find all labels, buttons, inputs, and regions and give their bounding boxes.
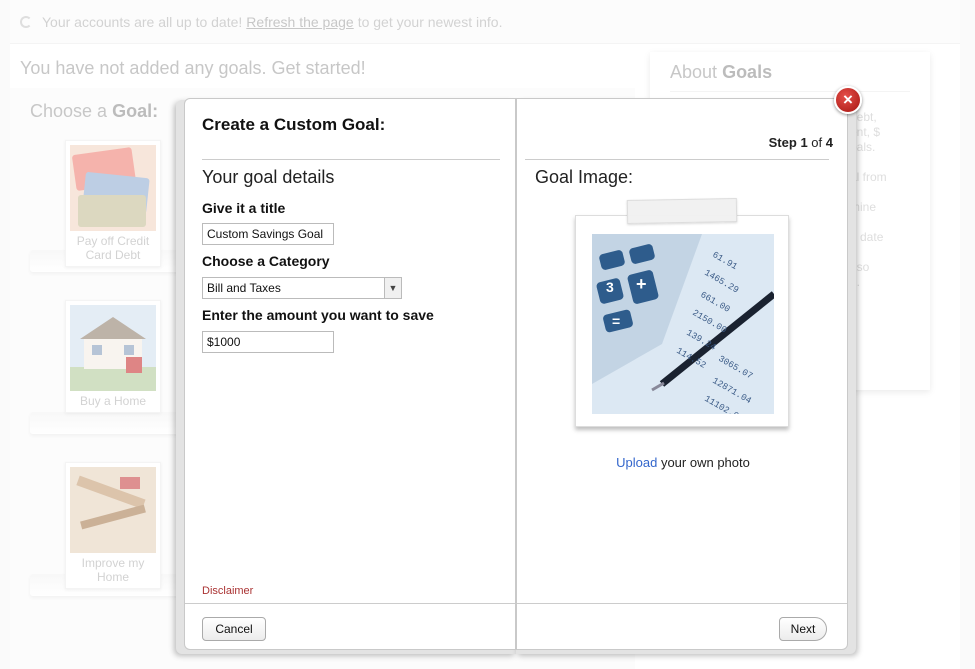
goal-image-frame: 3 + = 61.91 1465.29 661.00 2150.00 139.2… [575,215,789,427]
category-selected-value: Bill and Taxes [207,281,281,295]
calculator-image: 3 + = 61.91 1465.29 661.00 2150.00 139.2… [592,234,774,414]
goal-title-input[interactable] [202,223,334,245]
modal-title: Create a Custom Goal: [202,115,386,134]
amount-input[interactable] [202,331,334,353]
footer-divider [185,603,515,604]
right-page: Step 1 of 4 Goal Image: 3 + = 61.91 1465… [516,98,848,650]
goal-image-heading: Goal Image: [535,167,634,187]
chevron-down-icon[interactable]: ▼ [384,278,401,298]
upload-photo-line: Upload your own photo [616,455,750,470]
divider [525,159,829,160]
footer-divider [517,603,847,604]
svg-text:3: 3 [606,279,614,295]
upload-link[interactable]: Upload [616,455,657,470]
photo-tape [626,198,738,224]
create-goal-modal: Create a Custom Goal: Your goal details … [176,96,856,654]
left-page: Create a Custom Goal: Your goal details … [184,98,516,650]
category-label: Choose a Category [202,253,330,269]
disclaimer-link[interactable]: Disclaimer [202,585,253,597]
svg-text:=: = [612,313,620,329]
step-indicator: Step 1 of 4 [768,135,833,150]
title-label: Give it a title [202,200,286,216]
next-button[interactable]: Next [779,617,827,641]
cancel-button[interactable]: Cancel [202,617,266,641]
divider [202,159,500,160]
goal-details-heading: Your goal details [202,167,335,187]
svg-text:+: + [636,274,647,294]
category-select[interactable]: Bill and Taxes ▼ [202,277,402,299]
close-icon[interactable]: × [834,86,862,114]
amount-label: Enter the amount you want to save [202,307,434,323]
